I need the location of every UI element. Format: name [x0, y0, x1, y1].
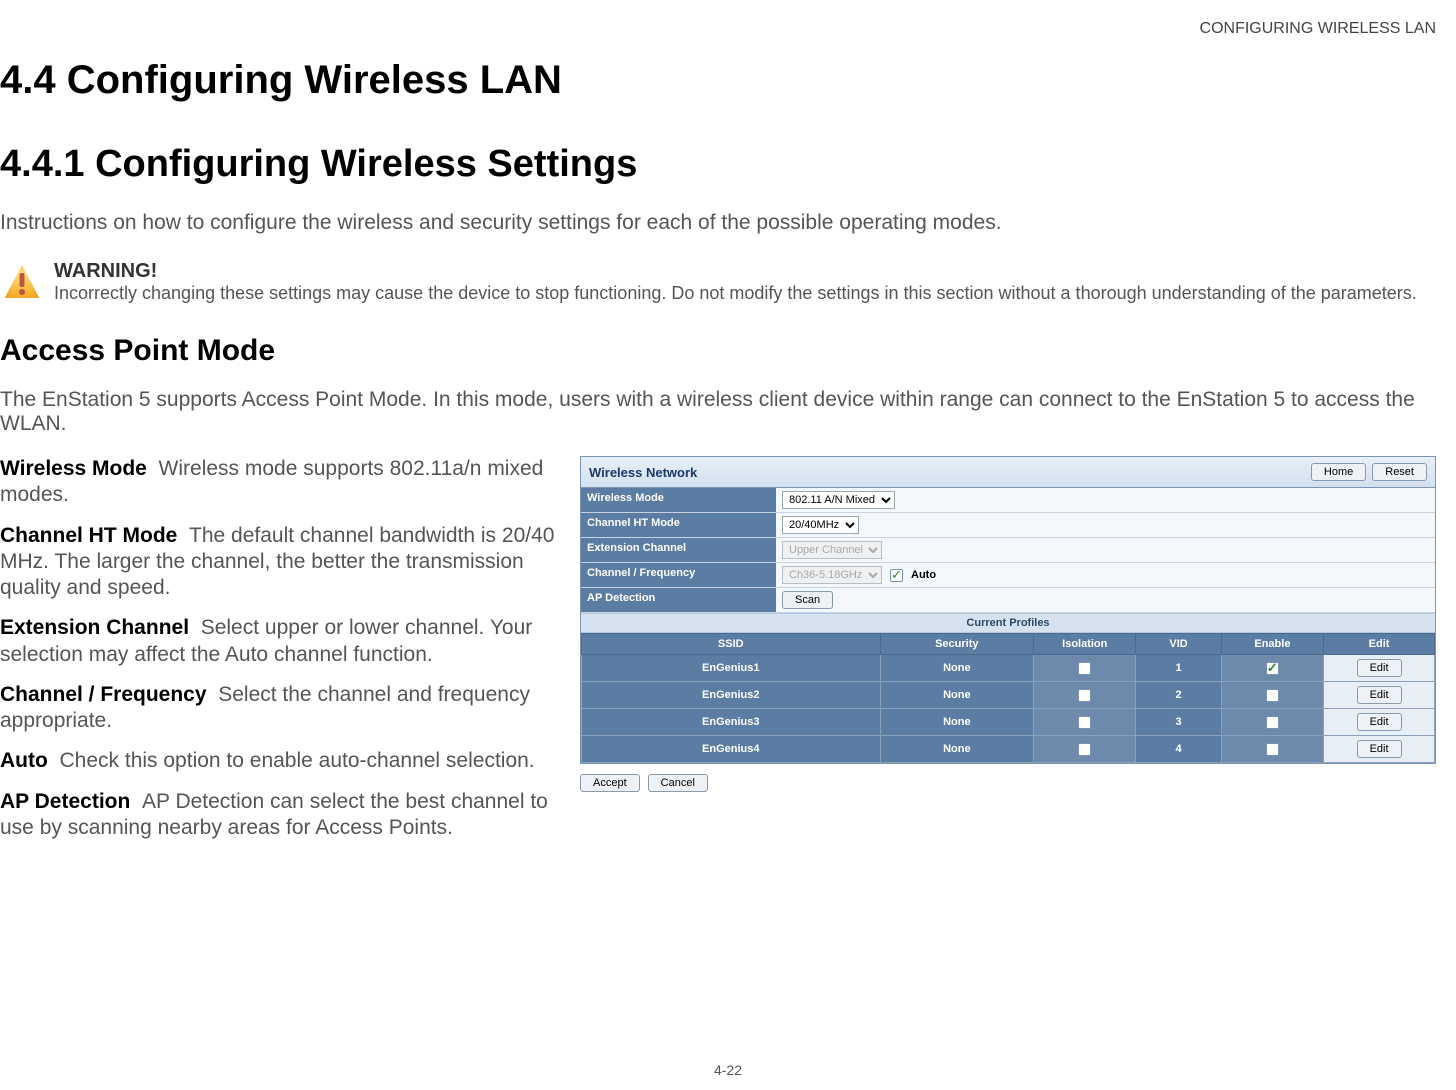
cell-enable [1221, 655, 1323, 682]
cell-edit: Edit [1324, 736, 1435, 763]
row-label-wireless-mode: Wireless Mode [581, 488, 776, 512]
cell-vid: 1 [1136, 655, 1221, 682]
warning-text: Incorrectly changing these settings may … [54, 283, 1417, 304]
cell-ssid: EnGenius4 [582, 736, 881, 763]
page-number: 4-22 [714, 1062, 742, 1078]
table-row: EnGenius1None 1 Edit [582, 655, 1435, 682]
embedded-screenshot: Wireless Network Home Reset Wireless Mod… [580, 456, 1436, 792]
edit-button[interactable]: Edit [1357, 740, 1402, 758]
isolation-checkbox[interactable] [1078, 662, 1091, 675]
cell-edit: Edit [1324, 709, 1435, 736]
warning-icon [0, 260, 44, 304]
extension-channel-select[interactable]: Upper Channel [782, 541, 882, 559]
edit-button[interactable]: Edit [1357, 713, 1402, 731]
channel-frequency-select[interactable]: Ch36-5.18GHz [782, 566, 882, 584]
auto-checkbox[interactable] [890, 569, 903, 582]
profiles-heading: Current Profiles [581, 613, 1435, 633]
panel-title: Wireless Network [589, 465, 697, 480]
cell-enable [1221, 682, 1323, 709]
col-enable: Enable [1221, 634, 1323, 655]
enable-checkbox[interactable] [1266, 716, 1279, 729]
reset-button[interactable]: Reset [1372, 463, 1427, 481]
wireless-mode-select[interactable]: 802.11 A/N Mixed [782, 491, 895, 509]
isolation-checkbox[interactable] [1078, 689, 1091, 702]
accept-button[interactable]: Accept [580, 774, 640, 792]
col-ssid: SSID [582, 634, 881, 655]
mode-intro: The EnStation 5 supports Access Point Mo… [0, 388, 1436, 436]
cell-isolation [1034, 709, 1136, 736]
cell-enable [1221, 709, 1323, 736]
col-isolation: Isolation [1034, 634, 1136, 655]
isolation-checkbox[interactable] [1078, 743, 1091, 756]
subsection-title: 4.4.1 Configuring Wireless Settings [0, 143, 1436, 186]
enable-checkbox[interactable] [1266, 662, 1279, 675]
isolation-checkbox[interactable] [1078, 716, 1091, 729]
cell-ssid: EnGenius3 [582, 709, 881, 736]
home-button[interactable]: Home [1311, 463, 1366, 481]
cell-ssid: EnGenius2 [582, 682, 881, 709]
row-label-channel-ht: Channel HT Mode [581, 513, 776, 537]
profiles-table: SSID Security Isolation VID Enable Edit … [581, 633, 1435, 763]
scan-button[interactable]: Scan [782, 591, 833, 609]
section-title: 4.4 Configuring Wireless LAN [0, 58, 1436, 103]
edit-button[interactable]: Edit [1357, 659, 1402, 677]
row-label-ap-detection: AP Detection [581, 588, 776, 612]
cell-security: None [880, 655, 1034, 682]
def-item: Channel / Frequency Select the channel a… [0, 682, 560, 735]
table-row: EnGenius2None 2 Edit [582, 682, 1435, 709]
channel-ht-select[interactable]: 20/40MHz [782, 516, 859, 534]
warning-callout: WARNING! Incorrectly changing these sett… [0, 260, 1436, 304]
cell-vid: 4 [1136, 736, 1221, 763]
running-head: CONFIGURING WIRELESS LAN [0, 20, 1436, 38]
def-item: Auto Check this option to enable auto-ch… [0, 748, 560, 774]
cell-security: None [880, 736, 1034, 763]
intro-paragraph: Instructions on how to configure the wir… [0, 211, 1436, 235]
cancel-button[interactable]: Cancel [648, 774, 708, 792]
table-row: EnGenius4None 4 Edit [582, 736, 1435, 763]
def-item: AP Detection AP Detection can select the… [0, 789, 560, 842]
cell-isolation [1034, 736, 1136, 763]
def-item: Channel HT Mode The default channel band… [0, 523, 560, 602]
mode-heading: Access Point Mode [0, 334, 1436, 368]
cell-isolation [1034, 655, 1136, 682]
cell-ssid: EnGenius1 [582, 655, 881, 682]
col-vid: VID [1136, 634, 1221, 655]
edit-button[interactable]: Edit [1357, 686, 1402, 704]
enable-checkbox[interactable] [1266, 689, 1279, 702]
col-edit: Edit [1324, 634, 1435, 655]
cell-isolation [1034, 682, 1136, 709]
enable-checkbox[interactable] [1266, 743, 1279, 756]
def-item: Wireless Mode Wireless mode supports 802… [0, 456, 560, 509]
cell-security: None [880, 682, 1034, 709]
cell-enable [1221, 736, 1323, 763]
warning-label: WARNING! [54, 260, 1417, 283]
cell-vid: 3 [1136, 709, 1221, 736]
cell-edit: Edit [1324, 682, 1435, 709]
cell-security: None [880, 709, 1034, 736]
row-label-extension: Extension Channel [581, 538, 776, 562]
auto-label: Auto [911, 569, 936, 581]
definitions-column: Wireless Mode Wireless mode supports 802… [0, 456, 560, 855]
cell-edit: Edit [1324, 655, 1435, 682]
cell-vid: 2 [1136, 682, 1221, 709]
col-security: Security [880, 634, 1034, 655]
def-item: Extension Channel Select upper or lower … [0, 615, 560, 668]
row-label-channel-freq: Channel / Frequency [581, 563, 776, 587]
table-row: EnGenius3None 3 Edit [582, 709, 1435, 736]
